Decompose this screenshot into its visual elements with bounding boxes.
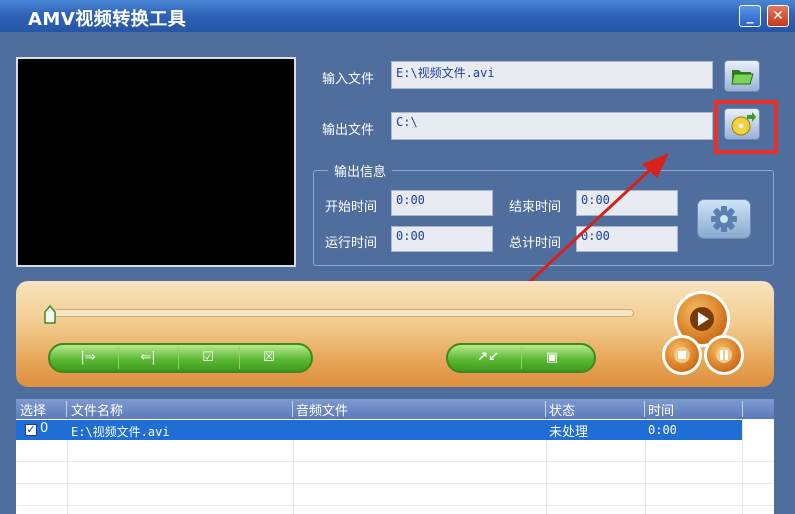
file-table: 选择 文件名称 音频文件 状态 时间 ✓ 0 E:\视频文件.avi 未处理 0… <box>16 399 774 514</box>
separator <box>118 347 119 369</box>
pause-button[interactable] <box>704 335 744 375</box>
set-end-button[interactable]: ⇐| <box>122 343 174 373</box>
stop-button[interactable] <box>662 335 702 375</box>
row-status: 未处理 <box>549 425 589 440</box>
fullscreen-button[interactable]: ▣ <box>526 343 578 373</box>
separator <box>292 401 293 417</box>
pause-icon <box>716 347 732 363</box>
row-time: 0:00 <box>648 423 677 437</box>
uncheck-all-button[interactable]: ☒ <box>243 343 295 373</box>
separator <box>239 347 240 369</box>
progress-thumb[interactable] <box>44 304 56 324</box>
stop-icon <box>674 347 690 363</box>
separator <box>521 347 522 369</box>
row-index: 0 <box>40 421 49 436</box>
column-header-audio[interactable]: 音频文件 <box>296 400 348 419</box>
grid-line <box>16 461 774 462</box>
check-all-button[interactable]: ☑ <box>182 343 234 373</box>
set-start-button[interactable]: |⇒ <box>62 343 114 373</box>
progress-slider[interactable] <box>52 309 634 317</box>
column-header-status[interactable]: 状态 <box>549 400 575 419</box>
column-header-filename[interactable]: 文件名称 <box>71 400 123 419</box>
grid-line <box>16 483 774 484</box>
separator <box>178 347 179 369</box>
convert-button[interactable]: ↗↙ <box>462 343 514 373</box>
separator <box>545 401 546 417</box>
grid-line <box>742 419 743 514</box>
separator <box>66 401 67 417</box>
row-filename: E:\视频文件.avi <box>71 425 170 439</box>
separator <box>644 401 645 417</box>
separator <box>742 401 743 417</box>
column-header-time[interactable]: 时间 <box>648 400 674 419</box>
column-header-select[interactable]: 选择 <box>20 400 46 419</box>
grid-line <box>16 505 774 506</box>
row-checkbox[interactable]: ✓ <box>25 424 37 436</box>
